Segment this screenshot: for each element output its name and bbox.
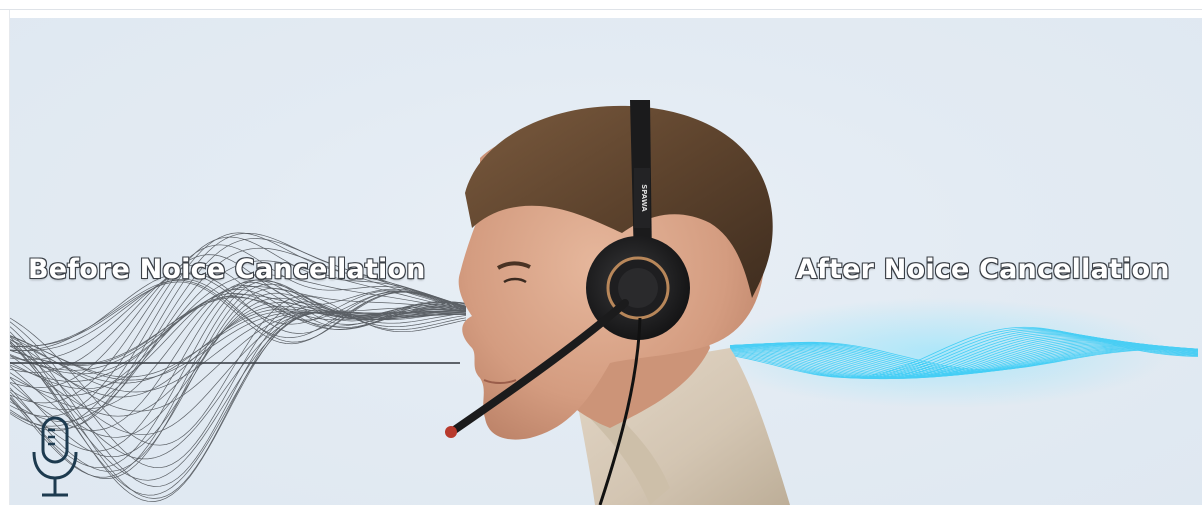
headset-mic-tip (445, 426, 457, 438)
page: SPAWA Before Noice Cancellation After No… (0, 0, 1202, 505)
microphone-icon (32, 416, 78, 497)
person-with-headset: SPAWA (445, 100, 790, 505)
headset-brand-label: SPAWA (640, 184, 648, 212)
noise-cancellation-banner: SPAWA Before Noice Cancellation After No… (10, 18, 1202, 505)
noise-wave-line (10, 297, 467, 365)
after-noise-cancellation-title: After Noice Cancellation (795, 253, 1171, 286)
before-noise-cancellation-title: Before Noice Cancellation (27, 253, 426, 286)
top-divider (0, 9, 1202, 10)
